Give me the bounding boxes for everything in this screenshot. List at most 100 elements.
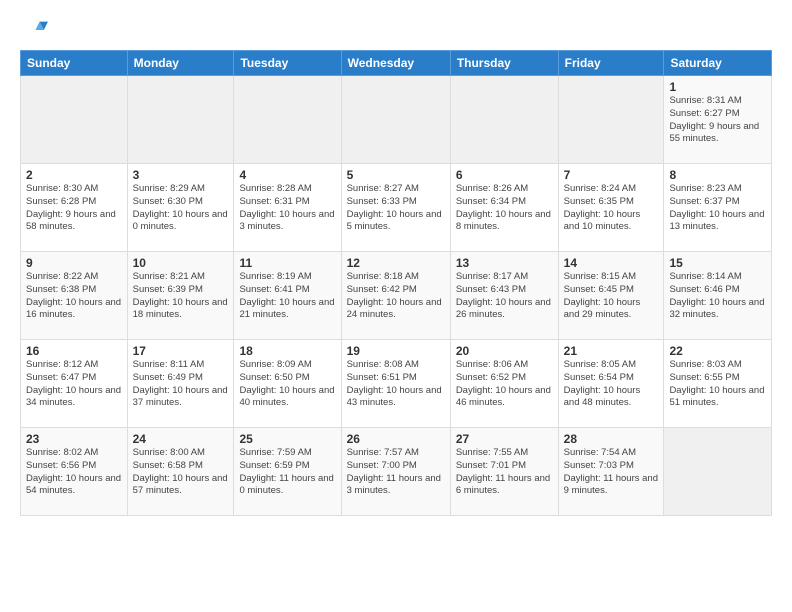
col-header-friday: Friday xyxy=(558,51,664,76)
day-number: 6 xyxy=(456,168,553,182)
calendar-cell: 26Sunrise: 7:57 AM Sunset: 7:00 PM Dayli… xyxy=(341,428,450,516)
day-number: 9 xyxy=(26,256,122,270)
col-header-sunday: Sunday xyxy=(21,51,128,76)
day-number: 7 xyxy=(564,168,659,182)
day-number: 28 xyxy=(564,432,659,446)
day-number: 13 xyxy=(456,256,553,270)
day-number: 4 xyxy=(239,168,335,182)
calendar-cell: 13Sunrise: 8:17 AM Sunset: 6:43 PM Dayli… xyxy=(450,252,558,340)
calendar-cell: 10Sunrise: 8:21 AM Sunset: 6:39 PM Dayli… xyxy=(127,252,234,340)
day-number: 20 xyxy=(456,344,553,358)
day-detail: Sunrise: 8:27 AM Sunset: 6:33 PM Dayligh… xyxy=(347,183,445,234)
day-detail: Sunrise: 8:06 AM Sunset: 6:52 PM Dayligh… xyxy=(456,359,553,410)
day-number: 10 xyxy=(133,256,229,270)
day-number: 8 xyxy=(669,168,766,182)
calendar-cell xyxy=(127,76,234,164)
day-number: 14 xyxy=(564,256,659,270)
logo xyxy=(20,16,52,44)
day-detail: Sunrise: 8:11 AM Sunset: 6:49 PM Dayligh… xyxy=(133,359,229,410)
calendar-cell: 3Sunrise: 8:29 AM Sunset: 6:30 PM Daylig… xyxy=(127,164,234,252)
day-detail: Sunrise: 8:18 AM Sunset: 6:42 PM Dayligh… xyxy=(347,271,445,322)
day-detail: Sunrise: 8:19 AM Sunset: 6:41 PM Dayligh… xyxy=(239,271,335,322)
calendar-cell: 2Sunrise: 8:30 AM Sunset: 6:28 PM Daylig… xyxy=(21,164,128,252)
calendar-week-4: 16Sunrise: 8:12 AM Sunset: 6:47 PM Dayli… xyxy=(21,340,772,428)
calendar-cell xyxy=(234,76,341,164)
calendar-cell: 8Sunrise: 8:23 AM Sunset: 6:37 PM Daylig… xyxy=(664,164,772,252)
calendar-cell: 14Sunrise: 8:15 AM Sunset: 6:45 PM Dayli… xyxy=(558,252,664,340)
day-detail: Sunrise: 8:28 AM Sunset: 6:31 PM Dayligh… xyxy=(239,183,335,234)
day-detail: Sunrise: 8:14 AM Sunset: 6:46 PM Dayligh… xyxy=(669,271,766,322)
day-number: 22 xyxy=(669,344,766,358)
col-header-monday: Monday xyxy=(127,51,234,76)
day-detail: Sunrise: 8:15 AM Sunset: 6:45 PM Dayligh… xyxy=(564,271,659,322)
calendar-week-1: 1Sunrise: 8:31 AM Sunset: 6:27 PM Daylig… xyxy=(21,76,772,164)
calendar-cell xyxy=(664,428,772,516)
calendar-cell xyxy=(21,76,128,164)
day-number: 12 xyxy=(347,256,445,270)
calendar-cell: 23Sunrise: 8:02 AM Sunset: 6:56 PM Dayli… xyxy=(21,428,128,516)
day-detail: Sunrise: 8:29 AM Sunset: 6:30 PM Dayligh… xyxy=(133,183,229,234)
day-number: 2 xyxy=(26,168,122,182)
calendar-cell xyxy=(341,76,450,164)
calendar-cell: 11Sunrise: 8:19 AM Sunset: 6:41 PM Dayli… xyxy=(234,252,341,340)
calendar-table: SundayMondayTuesdayWednesdayThursdayFrid… xyxy=(20,50,772,516)
day-number: 24 xyxy=(133,432,229,446)
calendar-cell: 16Sunrise: 8:12 AM Sunset: 6:47 PM Dayli… xyxy=(21,340,128,428)
calendar-cell: 18Sunrise: 8:09 AM Sunset: 6:50 PM Dayli… xyxy=(234,340,341,428)
day-detail: Sunrise: 8:17 AM Sunset: 6:43 PM Dayligh… xyxy=(456,271,553,322)
calendar-week-3: 9Sunrise: 8:22 AM Sunset: 6:38 PM Daylig… xyxy=(21,252,772,340)
day-detail: Sunrise: 8:23 AM Sunset: 6:37 PM Dayligh… xyxy=(669,183,766,234)
day-number: 26 xyxy=(347,432,445,446)
day-number: 5 xyxy=(347,168,445,182)
day-number: 21 xyxy=(564,344,659,358)
header xyxy=(20,16,772,44)
calendar-cell: 19Sunrise: 8:08 AM Sunset: 6:51 PM Dayli… xyxy=(341,340,450,428)
calendar-cell xyxy=(558,76,664,164)
col-header-saturday: Saturday xyxy=(664,51,772,76)
day-detail: Sunrise: 7:57 AM Sunset: 7:00 PM Dayligh… xyxy=(347,447,445,498)
day-number: 19 xyxy=(347,344,445,358)
calendar-week-2: 2Sunrise: 8:30 AM Sunset: 6:28 PM Daylig… xyxy=(21,164,772,252)
calendar-cell: 15Sunrise: 8:14 AM Sunset: 6:46 PM Dayli… xyxy=(664,252,772,340)
calendar-week-5: 23Sunrise: 8:02 AM Sunset: 6:56 PM Dayli… xyxy=(21,428,772,516)
day-detail: Sunrise: 8:21 AM Sunset: 6:39 PM Dayligh… xyxy=(133,271,229,322)
calendar-cell: 4Sunrise: 8:28 AM Sunset: 6:31 PM Daylig… xyxy=(234,164,341,252)
calendar-cell: 20Sunrise: 8:06 AM Sunset: 6:52 PM Dayli… xyxy=(450,340,558,428)
page: SundayMondayTuesdayWednesdayThursdayFrid… xyxy=(0,0,792,612)
calendar-cell: 1Sunrise: 8:31 AM Sunset: 6:27 PM Daylig… xyxy=(664,76,772,164)
day-number: 16 xyxy=(26,344,122,358)
calendar-cell: 5Sunrise: 8:27 AM Sunset: 6:33 PM Daylig… xyxy=(341,164,450,252)
calendar-cell: 28Sunrise: 7:54 AM Sunset: 7:03 PM Dayli… xyxy=(558,428,664,516)
day-detail: Sunrise: 8:12 AM Sunset: 6:47 PM Dayligh… xyxy=(26,359,122,410)
day-number: 17 xyxy=(133,344,229,358)
day-detail: Sunrise: 7:54 AM Sunset: 7:03 PM Dayligh… xyxy=(564,447,659,498)
calendar-header-row: SundayMondayTuesdayWednesdayThursdayFrid… xyxy=(21,51,772,76)
day-number: 23 xyxy=(26,432,122,446)
day-number: 27 xyxy=(456,432,553,446)
day-number: 15 xyxy=(669,256,766,270)
day-detail: Sunrise: 8:31 AM Sunset: 6:27 PM Dayligh… xyxy=(669,95,766,146)
day-detail: Sunrise: 8:09 AM Sunset: 6:50 PM Dayligh… xyxy=(239,359,335,410)
day-detail: Sunrise: 8:26 AM Sunset: 6:34 PM Dayligh… xyxy=(456,183,553,234)
day-number: 1 xyxy=(669,80,766,94)
calendar-cell: 12Sunrise: 8:18 AM Sunset: 6:42 PM Dayli… xyxy=(341,252,450,340)
day-detail: Sunrise: 8:22 AM Sunset: 6:38 PM Dayligh… xyxy=(26,271,122,322)
day-detail: Sunrise: 8:24 AM Sunset: 6:35 PM Dayligh… xyxy=(564,183,659,234)
day-detail: Sunrise: 7:55 AM Sunset: 7:01 PM Dayligh… xyxy=(456,447,553,498)
col-header-wednesday: Wednesday xyxy=(341,51,450,76)
day-number: 3 xyxy=(133,168,229,182)
day-detail: Sunrise: 8:02 AM Sunset: 6:56 PM Dayligh… xyxy=(26,447,122,498)
day-detail: Sunrise: 8:05 AM Sunset: 6:54 PM Dayligh… xyxy=(564,359,659,410)
day-detail: Sunrise: 7:59 AM Sunset: 6:59 PM Dayligh… xyxy=(239,447,335,498)
calendar-cell xyxy=(450,76,558,164)
day-number: 11 xyxy=(239,256,335,270)
day-detail: Sunrise: 8:03 AM Sunset: 6:55 PM Dayligh… xyxy=(669,359,766,410)
col-header-tuesday: Tuesday xyxy=(234,51,341,76)
calendar-cell: 7Sunrise: 8:24 AM Sunset: 6:35 PM Daylig… xyxy=(558,164,664,252)
day-detail: Sunrise: 8:00 AM Sunset: 6:58 PM Dayligh… xyxy=(133,447,229,498)
day-number: 18 xyxy=(239,344,335,358)
calendar-cell: 21Sunrise: 8:05 AM Sunset: 6:54 PM Dayli… xyxy=(558,340,664,428)
calendar-cell: 9Sunrise: 8:22 AM Sunset: 6:38 PM Daylig… xyxy=(21,252,128,340)
calendar-cell: 6Sunrise: 8:26 AM Sunset: 6:34 PM Daylig… xyxy=(450,164,558,252)
calendar-cell: 25Sunrise: 7:59 AM Sunset: 6:59 PM Dayli… xyxy=(234,428,341,516)
